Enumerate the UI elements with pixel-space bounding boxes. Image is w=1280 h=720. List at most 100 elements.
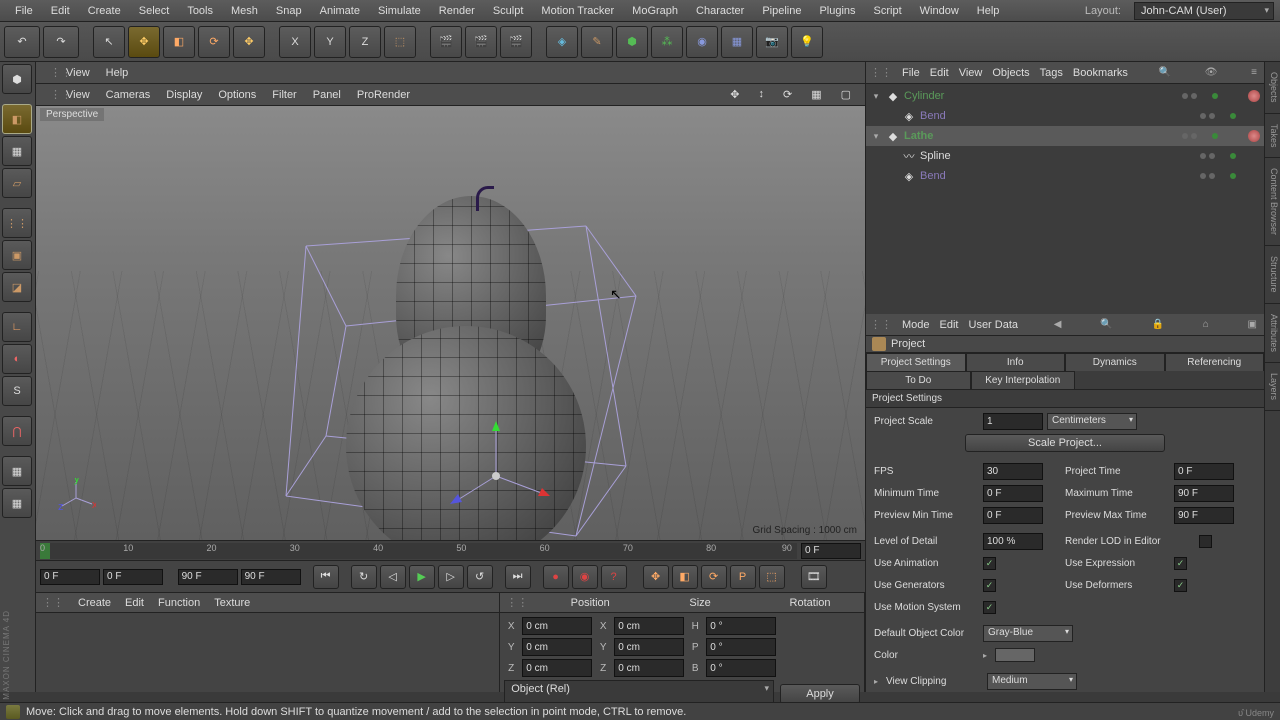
key-param-button[interactable]: P (730, 565, 756, 589)
filter-icon[interactable]: ≡ (1248, 67, 1260, 78)
menu-mograph[interactable]: MoGraph (623, 2, 687, 20)
enable-dot[interactable] (1212, 93, 1242, 99)
lod-field[interactable] (983, 533, 1043, 550)
polys-mode-button[interactable]: ◪ (2, 272, 32, 302)
next-key-button[interactable]: ↺ (467, 565, 493, 589)
key-scale-button[interactable]: ◧ (672, 565, 698, 589)
scale-tool[interactable]: ◧ (163, 26, 195, 58)
rtab-takes[interactable]: Takes (1265, 114, 1280, 159)
timeline-ruler[interactable]: 0 10 20 30 40 50 60 70 80 90 (40, 543, 797, 559)
tab-project-settings[interactable]: Project Settings (866, 353, 966, 371)
workplane-button[interactable]: ▱ (2, 168, 32, 198)
tab-info[interactable]: Info (966, 353, 1066, 371)
key-rot-button[interactable]: ⟳ (701, 565, 727, 589)
new-icon[interactable]: ▣ (1245, 319, 1260, 330)
tab-referencing[interactable]: Referencing (1165, 353, 1265, 371)
vp-view[interactable]: View (58, 86, 98, 104)
menu-animate[interactable]: Animate (311, 2, 369, 20)
phong-tag-icon[interactable] (1248, 130, 1260, 142)
vp-nav-rotate-icon[interactable]: ⟳ (775, 85, 800, 104)
add-spline-button[interactable]: ✎ (581, 26, 613, 58)
undo-button[interactable]: ↶ (4, 26, 40, 58)
axis-button[interactable]: ∟ (2, 312, 32, 342)
attr-edit[interactable]: Edit (940, 319, 959, 331)
vp-nav-max-icon[interactable]: ▢ (833, 85, 859, 104)
menu-sculpt[interactable]: Sculpt (484, 2, 533, 20)
use-animation-checkbox[interactable]: ✓ (983, 557, 996, 570)
render-lod-checkbox[interactable] (1199, 535, 1212, 548)
mat-texture[interactable]: Texture (214, 597, 250, 609)
tree-row-bend[interactable]: ◈ Bend (866, 166, 1264, 186)
vp-display[interactable]: Display (158, 86, 210, 104)
rtab-objects[interactable]: Objects (1265, 62, 1280, 114)
use-generators-checkbox[interactable]: ✓ (983, 579, 996, 592)
prev-key-button[interactable]: ↻ (351, 565, 377, 589)
visibility-dots[interactable] (1182, 133, 1212, 139)
use-expression-checkbox[interactable]: ✓ (1174, 557, 1187, 570)
expand-icon[interactable]: ▾ (870, 91, 882, 102)
attr-userdata[interactable]: User Data (969, 319, 1019, 331)
vp-tab-help[interactable]: Help (98, 64, 137, 82)
rot-h-field[interactable] (706, 617, 776, 635)
vp-nav-zoom-icon[interactable]: ↕ (750, 85, 772, 104)
menu-character[interactable]: Character (687, 2, 753, 20)
visibility-dots[interactable] (1182, 93, 1212, 99)
vp-prorender[interactable]: ProRender (349, 86, 418, 104)
add-cube-button[interactable]: ◈ (546, 26, 578, 58)
pos-z-field[interactable] (522, 659, 592, 677)
play-button[interactable]: ▶ (409, 565, 435, 589)
attr-mode[interactable]: Mode (902, 319, 930, 331)
search-icon[interactable]: 🔍 (1156, 67, 1174, 78)
min-time-field[interactable] (983, 485, 1043, 502)
rtab-layers[interactable]: Layers (1265, 363, 1280, 411)
key-pla-button[interactable]: ⬚ (759, 565, 785, 589)
range-start-field[interactable]: 0 F (40, 569, 100, 585)
coord-sys-button[interactable]: ⬚ (384, 26, 416, 58)
preview-end-field[interactable]: 90 F (178, 569, 238, 585)
phong-tag-icon[interactable] (1248, 90, 1260, 102)
menu-motiontracker[interactable]: Motion Tracker (532, 2, 623, 20)
object-name[interactable]: Lathe (904, 130, 1182, 142)
rtab-content-browser[interactable]: Content Browser (1265, 158, 1280, 246)
menu-select[interactable]: Select (130, 2, 179, 20)
rtab-structure[interactable]: Structure (1265, 246, 1280, 304)
search-icon-2[interactable]: 🔍 (1097, 319, 1115, 330)
preview-min-field[interactable] (983, 507, 1043, 524)
menu-mesh[interactable]: Mesh (222, 2, 267, 20)
tab-todo[interactable]: To Do (866, 371, 971, 389)
add-light-button[interactable]: 💡 (791, 26, 823, 58)
menu-edit[interactable]: Edit (42, 2, 79, 20)
use-motion-system-checkbox[interactable]: ✓ (983, 601, 996, 614)
tree-row-spline[interactable]: 〰 Spline (866, 146, 1264, 166)
size-y-field[interactable] (614, 638, 684, 656)
menu-create[interactable]: Create (79, 2, 130, 20)
coord-mode-dropdown[interactable]: Object (Rel) (504, 680, 774, 704)
apply-button[interactable]: Apply (780, 684, 860, 704)
key-pos-button[interactable]: ✥ (643, 565, 669, 589)
obj-objects[interactable]: Objects (992, 67, 1029, 79)
mat-edit[interactable]: Edit (125, 597, 144, 609)
menu-help[interactable]: Help (968, 2, 1009, 20)
default-color-dropdown[interactable]: Gray-Blue (983, 625, 1073, 642)
rot-b-field[interactable] (706, 659, 776, 677)
mat-create[interactable]: Create (78, 597, 111, 609)
current-frame-field[interactable]: 0 F (801, 543, 861, 559)
layout-dropdown[interactable]: John-CAM (User) (1134, 2, 1274, 20)
enable-dot[interactable] (1230, 173, 1260, 179)
vp-options[interactable]: Options (210, 86, 264, 104)
eye-icon[interactable]: 👁 (1202, 67, 1221, 78)
y-axis-button[interactable]: Y (314, 26, 346, 58)
add-array-button[interactable]: ⁂ (651, 26, 683, 58)
obj-edit[interactable]: Edit (930, 67, 949, 79)
vp-tab-view[interactable]: View (58, 64, 98, 82)
viewport-solo-button[interactable]: ◐ (2, 344, 32, 374)
expand-icon[interactable]: ▾ (870, 131, 882, 142)
preview-max-field[interactable] (1174, 507, 1234, 524)
visibility-dots[interactable] (1200, 173, 1230, 179)
project-unit-dropdown[interactable]: Centimeters (1047, 413, 1137, 430)
vp-panel[interactable]: Panel (305, 86, 349, 104)
rtab-attributes[interactable]: Attributes (1265, 304, 1280, 363)
vp-cameras[interactable]: Cameras (98, 86, 159, 104)
add-environment-button[interactable]: ▦ (721, 26, 753, 58)
home-icon[interactable]: ⌂ (1200, 319, 1212, 330)
